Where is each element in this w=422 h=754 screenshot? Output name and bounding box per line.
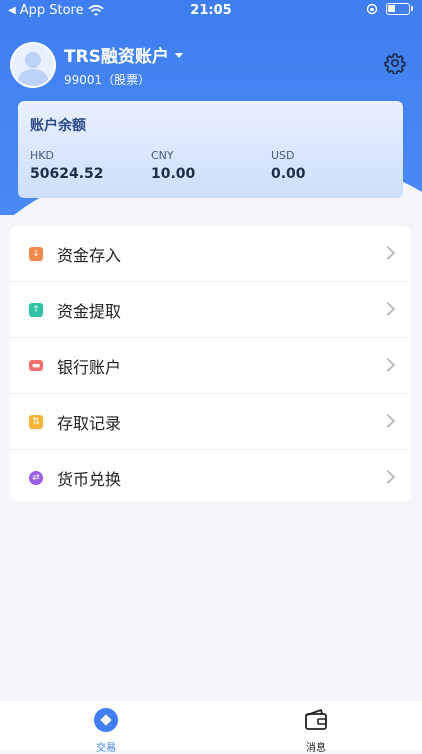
- trade-icon: [94, 708, 118, 732]
- currency-amount: 10.00: [151, 166, 196, 182]
- deposit-icon: ↓: [29, 246, 43, 261]
- menu-item-label: 存取记录: [57, 413, 122, 433]
- balance-hkd: HKD 50624.52: [30, 149, 104, 182]
- bank-card-icon: ▬: [29, 360, 43, 371]
- avatar-head: [25, 52, 41, 68]
- menu-item-label: 资金提取: [57, 301, 122, 321]
- avatar[interactable]: [10, 42, 56, 88]
- exchange-icon: ⇄: [29, 470, 43, 485]
- menu-item-withdraw[interactable]: ↑ 资金提取: [10, 282, 411, 338]
- withdraw-icon: ↑: [29, 302, 43, 317]
- fund-menu: ↓ 资金存入 ↑ 资金提取 ▬ 银行账户 ⇅ 存取记录 ⇄ 货币兑换: [10, 226, 411, 501]
- balance-cny: CNY 10.00: [151, 149, 195, 182]
- gear-icon[interactable]: [384, 52, 406, 74]
- battery-fill: [388, 5, 395, 12]
- currency-code: USD: [271, 149, 295, 162]
- status-time: 21:05: [190, 3, 232, 18]
- wallet-icon: [305, 709, 327, 730]
- menu-item-label: 货币兑换: [57, 469, 122, 489]
- avatar-body: [18, 69, 48, 86]
- tab-trade[interactable]: 交易: [76, 707, 136, 754]
- menu-item-bank-account[interactable]: ▬ 银行账户: [10, 338, 411, 394]
- chevron-right-icon: [380, 245, 396, 261]
- record-icon: ⇅: [29, 414, 43, 429]
- tab-label: 交易: [96, 743, 116, 754]
- tab-bar: 交易 消息: [0, 700, 422, 754]
- battery-icon: [386, 3, 413, 15]
- profile-section: TRS融资账户 99001（股票）: [10, 42, 183, 88]
- chevron-right-icon: [380, 469, 396, 485]
- currency-code: HKD: [30, 149, 54, 162]
- chevron-right-icon: [380, 413, 396, 429]
- menu-item-label: 资金存入: [57, 245, 122, 265]
- menu-item-deposit[interactable]: ↓ 资金存入: [10, 226, 411, 282]
- currency-amount: 50624.52: [30, 166, 104, 182]
- tab-messages[interactable]: 消息: [286, 707, 346, 754]
- currency-code: CNY: [151, 149, 174, 162]
- account-switcher[interactable]: TRS融资账户: [64, 42, 183, 67]
- chevron-down-icon: [174, 53, 183, 58]
- balance-usd: USD 0.00: [271, 149, 306, 182]
- balance-card: 账户余额 HKD 50624.52 CNY 10.00 USD 0.00: [18, 101, 403, 198]
- orientation-lock-icon: [366, 3, 378, 15]
- account-name: TRS融资账户: [64, 47, 169, 67]
- menu-item-label: 银行账户: [57, 357, 122, 377]
- chevron-right-icon: [380, 301, 396, 317]
- tab-label: 消息: [306, 743, 326, 754]
- balance-title: 账户余额: [30, 118, 86, 134]
- currency-amount: 0.00: [271, 166, 306, 182]
- account-subtitle: 99001（股票）: [64, 73, 151, 87]
- status-bar: ◀ App Store 21:05: [0, 0, 422, 22]
- menu-item-records[interactable]: ⇅ 存取记录: [10, 394, 411, 450]
- chevron-right-icon: [380, 357, 396, 373]
- menu-item-exchange[interactable]: ⇄ 货币兑换: [10, 450, 411, 505]
